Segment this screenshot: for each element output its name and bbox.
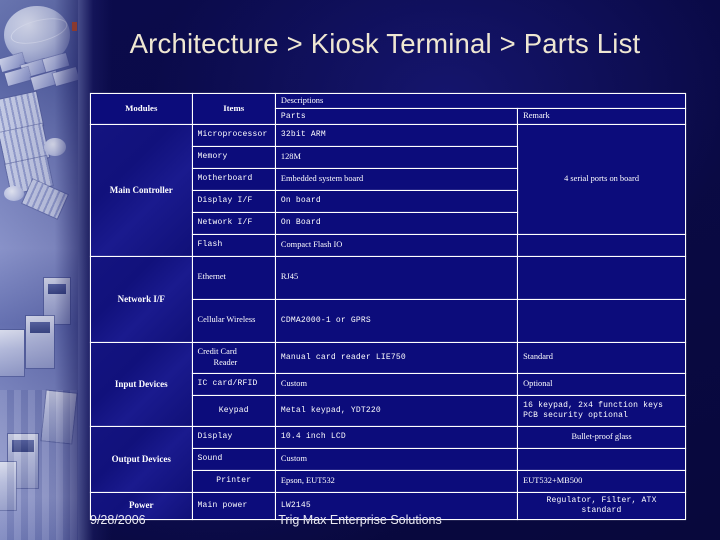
satellite-dish xyxy=(44,138,66,156)
satellite-panel xyxy=(5,155,53,195)
keypad-remark-line-1: 16 keypad, 2x4 function keys xyxy=(523,400,664,410)
header-items: Items xyxy=(192,94,275,124)
remark-main-controller: 4 serial ports on board xyxy=(518,124,685,234)
kiosk-machine xyxy=(0,330,24,376)
parts-display: 10.4 inch LCD xyxy=(275,426,518,448)
satellite-panel xyxy=(22,179,68,219)
parts-display-if: On board xyxy=(275,190,518,212)
item-display-if: Display I/F xyxy=(192,190,275,212)
credit-card-line-2: Reader xyxy=(213,357,238,367)
satellite-dish xyxy=(4,186,24,201)
item-memory: Memory xyxy=(192,146,275,168)
kiosk-machine xyxy=(26,316,54,368)
parts-motherboard: Embedded system board xyxy=(275,168,518,190)
footer-company: Trig Max Enterprise Solutions xyxy=(278,513,442,527)
item-display: Display xyxy=(192,426,275,448)
item-printer: Printer xyxy=(192,470,275,492)
parts-sound: Custom xyxy=(275,448,518,470)
kiosk-machine xyxy=(0,462,16,510)
header-descriptions: Descriptions xyxy=(275,94,685,109)
parts-printer: Epson, EUT532 xyxy=(275,470,518,492)
table-row: Network I/F Ethernet RJ45 xyxy=(91,256,685,342)
table-row: Output Devices Display 10.4 inch LCD Bul… xyxy=(91,426,685,492)
item-flash: Flash xyxy=(192,234,275,256)
kiosk-screen xyxy=(12,440,34,452)
item-sound: Sound xyxy=(192,448,275,470)
item-cellular-wireless: Cellular Wireless xyxy=(192,299,275,342)
tile-shape xyxy=(42,52,70,73)
keypad-remark-line-2: PCB security optional xyxy=(523,410,629,420)
tile-shape xyxy=(0,52,26,73)
page-title: Architecture > Kiosk Terminal > Parts Li… xyxy=(129,28,641,59)
remark-credit-card-reader: Standard xyxy=(518,342,685,373)
remark-keypad: 16 keypad, 2x4 function keys PCB securit… xyxy=(518,395,685,426)
parts-credit-card-reader: Manual card reader LIE750 xyxy=(275,342,518,373)
header-parts: Parts xyxy=(275,109,518,124)
item-ethernet: Ethernet xyxy=(192,256,275,299)
satellite-panel xyxy=(0,91,44,135)
header-remark: Remark xyxy=(518,109,685,124)
kiosk-screen xyxy=(48,284,66,294)
remark-printer: EUT532+MB500 xyxy=(518,470,685,492)
item-microprocessor: Microprocessor xyxy=(192,124,275,146)
parts-ethernet: RJ45 xyxy=(275,256,518,299)
remark-cellular-blank xyxy=(518,299,685,342)
kiosk-machine xyxy=(41,390,77,444)
item-ic-card-rfid: IC card/RFID xyxy=(192,373,275,395)
parts-keypad: Metal keypad, YDT220 xyxy=(275,395,518,426)
remark-ethernet-blank xyxy=(518,256,685,299)
parts-flash: Compact Flash IO xyxy=(275,234,518,256)
item-keypad: Keypad xyxy=(192,395,275,426)
red-accent-mark xyxy=(72,22,77,31)
parts-network-if: On Board xyxy=(275,212,518,234)
decorative-photo-strip xyxy=(0,0,78,540)
module-main-controller: Main Controller xyxy=(91,124,192,256)
remark-sound-blank xyxy=(518,448,685,470)
kiosk-machine xyxy=(8,434,38,488)
module-network-if: Network I/F xyxy=(91,256,192,342)
table-row: Input Devices Credit Card Reader Manual … xyxy=(91,342,685,426)
tile-shape xyxy=(4,66,32,87)
globe-ring-decoration xyxy=(8,13,70,49)
globe-image xyxy=(4,6,70,64)
parts-list-table: Modules Items Descriptions Parts Remark … xyxy=(90,93,686,520)
tile-shape xyxy=(52,66,78,87)
parts-microprocessor: 32bit ARM xyxy=(275,124,518,146)
tile-shape xyxy=(30,70,60,91)
kiosk-screen xyxy=(30,322,50,333)
parts-cellular-wireless: CDMA2000-1 or GPRS xyxy=(275,299,518,342)
kiosk-machine xyxy=(44,278,70,324)
table-row: Main Controller Microprocessor 32bit ARM… xyxy=(91,124,685,256)
remark-ic-card-rfid: Optional xyxy=(518,373,685,395)
credit-card-line-1: Credit Card xyxy=(197,347,237,357)
remark-display: Bullet-proof glass xyxy=(518,426,685,448)
tile-shape xyxy=(20,58,48,79)
item-credit-card-reader: Credit Card Reader xyxy=(192,342,275,373)
module-input-devices: Input Devices xyxy=(91,342,192,426)
item-network-if: Network I/F xyxy=(192,212,275,234)
table-header-row-1: Modules Items Descriptions xyxy=(91,94,685,124)
power-remark-line-1: Regulator, Filter, ATX xyxy=(546,495,657,505)
parts-ic-card-rfid: Custom xyxy=(275,373,518,395)
header-modules: Modules xyxy=(91,94,192,124)
slide-canvas: Architecture > Kiosk Terminal > Parts Li… xyxy=(0,0,720,540)
parts-memory: 128M xyxy=(275,146,518,168)
satellite-panel xyxy=(0,123,50,167)
remark-flash-blank xyxy=(518,234,685,256)
item-motherboard: Motherboard xyxy=(192,168,275,190)
module-output-devices: Output Devices xyxy=(91,426,192,492)
